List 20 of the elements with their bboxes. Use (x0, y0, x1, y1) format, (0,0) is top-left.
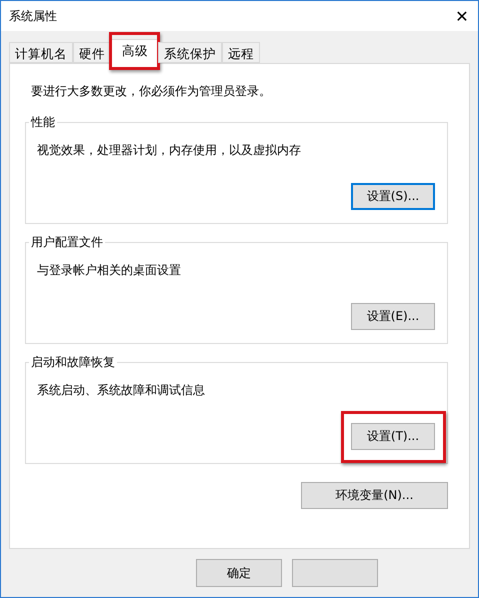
tab[interactable]: 系统保护 (158, 42, 222, 63)
ok-button[interactable]: 确定 (196, 559, 282, 587)
group-title: 启动和故障恢复 (29, 354, 117, 371)
group-title: 性能 (29, 114, 57, 131)
notice-text: 要进行大多数更改，你必须作为管理员登录。 (31, 83, 272, 100)
settings-button[interactable]: 设置(E)... (351, 303, 435, 330)
tab[interactable]: 硬件 (73, 42, 111, 63)
settings-button[interactable]: 设置(S)... (351, 183, 435, 210)
tab[interactable]: 远程 (222, 42, 260, 63)
close-button[interactable]: ✕ (454, 6, 470, 26)
window-title: 系统属性 (9, 8, 57, 24)
tab[interactable]: 高级 (111, 39, 159, 64)
environment-variables-button[interactable]: 环境变量(N)... (301, 482, 448, 509)
group-description: 视觉效果，处理器计划，内存使用，以及虚拟内存 (37, 142, 301, 159)
group-description: 与登录帐户相关的桌面设置 (37, 262, 181, 279)
dialog-button[interactable] (292, 559, 378, 587)
group-title: 用户配置文件 (29, 234, 105, 251)
settings-button[interactable]: 设置(T)... (351, 423, 435, 450)
tab[interactable]: 计算机名 (9, 42, 73, 63)
group-description: 系统启动、系统故障和调试信息 (37, 382, 205, 399)
